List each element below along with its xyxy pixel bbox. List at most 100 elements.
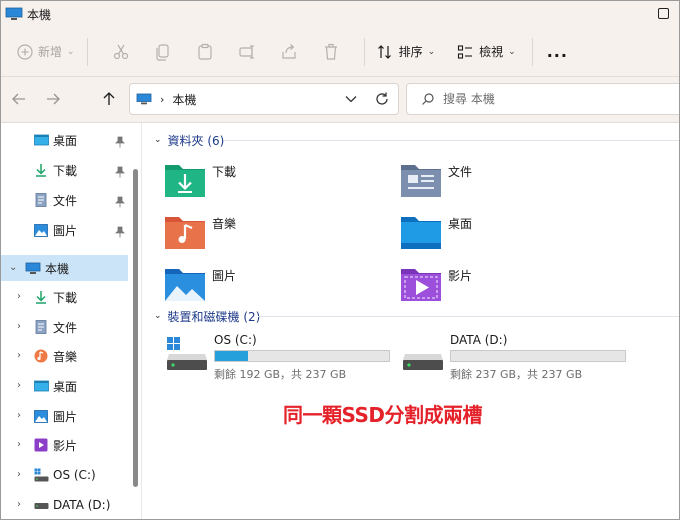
- copy-icon: [155, 43, 169, 61]
- folder-label: 文件: [448, 164, 473, 179]
- refresh-icon[interactable]: [374, 91, 390, 107]
- view-button[interactable]: 檢視 ⌄: [457, 43, 516, 60]
- pin-icon[interactable]: [115, 196, 125, 208]
- chevron-right-icon[interactable]: ›: [17, 321, 21, 332]
- sidebar-item-desktop[interactable]: 桌面: [33, 127, 77, 153]
- chevron-right-icon[interactable]: ›: [17, 499, 21, 510]
- search-input[interactable]: [443, 92, 643, 106]
- view-layout-icon: [458, 44, 473, 59]
- sidebar-item-label: 文件: [53, 193, 78, 208]
- drive-usage-fill: [215, 351, 249, 361]
- search-box[interactable]: [406, 83, 679, 115]
- folder-videos[interactable]: 影片: [400, 261, 620, 305]
- chevron-right-icon[interactable]: ›: [17, 469, 21, 480]
- breadcrumb-this-pc[interactable]: 本機: [172, 91, 196, 108]
- forward-button[interactable]: [43, 89, 63, 109]
- drive-os-c[interactable]: OS (C:) 剩餘 192 GB，共 237 GB: [166, 333, 396, 385]
- picture-icon: [33, 222, 49, 238]
- sidebar-item-label: 桌面: [53, 133, 78, 148]
- maximize-button[interactable]: [658, 8, 669, 19]
- view-button-label: 檢視: [479, 45, 504, 59]
- file-explorer-window: 本機 新增 ⌄ 排序 ⌄ 檢視 ⌄ ... › 本機 搜尋 本機 桌面 下載 文…: [0, 0, 680, 520]
- chevron-down-icon: ⌄: [154, 135, 162, 145]
- sidebar-item-label: 文件: [53, 320, 78, 335]
- pin-icon[interactable]: [115, 136, 125, 148]
- cut-button[interactable]: [110, 41, 132, 63]
- folder-music[interactable]: 音樂: [164, 209, 384, 253]
- chevron-right-icon[interactable]: ›: [17, 439, 21, 450]
- copy-button[interactable]: [152, 41, 174, 63]
- chevron-down-icon: ⌄: [427, 46, 436, 57]
- download-icon: [33, 289, 49, 305]
- drive-usage-bar: [450, 350, 626, 362]
- sidebar-item-music[interactable]: 音樂: [33, 343, 77, 369]
- chevron-right-icon[interactable]: ›: [17, 410, 21, 421]
- folder-downloads[interactable]: 下載: [164, 157, 384, 201]
- folder-label: 下載: [212, 164, 237, 179]
- sidebar-item-documents[interactable]: 文件: [33, 187, 77, 213]
- videos-folder-icon: [401, 269, 441, 301]
- more-options-button[interactable]: ...: [547, 42, 568, 61]
- sidebar-item-downloads[interactable]: 下載: [33, 284, 77, 310]
- windows-drive-icon: [33, 467, 49, 483]
- folder-pictures[interactable]: 圖片: [164, 261, 384, 305]
- chevron-down-icon[interactable]: [344, 92, 358, 106]
- sidebar-item-label: 圖片: [53, 409, 78, 424]
- group-label: 裝置和磁碟機 (2): [167, 309, 261, 324]
- chevron-down-icon[interactable]: ⌄: [9, 262, 17, 273]
- sidebar-item-data-drive[interactable]: DATA (D:): [33, 492, 110, 518]
- group-divider: [224, 140, 679, 141]
- command-bar: 新增 ⌄ 排序 ⌄ 檢視 ⌄ ...: [1, 27, 679, 77]
- up-button[interactable]: [99, 89, 119, 109]
- pin-icon[interactable]: [115, 166, 125, 178]
- new-button[interactable]: 新增 ⌄: [17, 43, 75, 60]
- sidebar-item-label: 下載: [53, 163, 78, 178]
- folder-documents[interactable]: 文件: [400, 157, 620, 201]
- delete-button[interactable]: [320, 41, 342, 63]
- sidebar-item-os-drive[interactable]: OS (C:): [33, 462, 96, 488]
- music-icon: [33, 348, 49, 364]
- sidebar-item-this-pc[interactable]: 本機: [25, 255, 69, 281]
- new-button-label: 新增: [38, 45, 63, 59]
- group-label: 資料夾 (6): [167, 133, 225, 148]
- drive-space-info: 剩餘 237 GB，共 237 GB: [450, 368, 583, 381]
- folder-desktop[interactable]: 桌面: [400, 209, 620, 253]
- sidebar-item-desktop[interactable]: 桌面: [33, 373, 77, 399]
- computer-icon: [5, 7, 23, 20]
- pin-icon[interactable]: [115, 226, 125, 238]
- pictures-folder-icon: [165, 269, 205, 301]
- chevron-right-icon[interactable]: ›: [17, 350, 21, 361]
- paste-button[interactable]: [194, 41, 216, 63]
- sidebar-item-pictures[interactable]: 圖片: [33, 403, 77, 429]
- drive-data-d[interactable]: DATA (D:) 剩餘 237 GB，共 237 GB: [402, 333, 632, 385]
- sort-button[interactable]: 排序 ⌄: [377, 43, 436, 60]
- chevron-right-icon[interactable]: ›: [17, 291, 21, 302]
- plus-circle-icon: [17, 43, 33, 60]
- picture-icon: [33, 408, 49, 424]
- sort-button-label: 排序: [398, 45, 423, 59]
- sidebar-item-pictures[interactable]: 圖片: [33, 217, 77, 243]
- navigation-bar: › 本機: [1, 77, 679, 123]
- toolbar-divider: [363, 37, 365, 66]
- folders-group-header[interactable]: ⌄ 資料夾 (6): [154, 132, 224, 148]
- address-bar[interactable]: › 本機: [129, 83, 399, 115]
- arrow-left-icon: [12, 93, 25, 105]
- title-bar: 本機: [1, 1, 679, 27]
- sidebar-scrollbar-thumb[interactable]: [133, 169, 138, 487]
- sidebar-item-documents[interactable]: 文件: [33, 314, 77, 340]
- scissors-icon: [113, 44, 128, 59]
- sidebar-item-videos[interactable]: 影片: [33, 432, 77, 458]
- rename-button[interactable]: [236, 41, 258, 63]
- drive-usage-bar: [214, 350, 390, 362]
- sidebar-item-label: OS (C:): [53, 468, 96, 482]
- sidebar-item-downloads[interactable]: 下載: [33, 157, 77, 183]
- search-icon: [422, 93, 434, 105]
- chevron-right-icon[interactable]: ›: [17, 380, 21, 391]
- back-button[interactable]: [9, 89, 29, 109]
- share-button[interactable]: [278, 41, 300, 63]
- annotation-caption: 同一顆SSD分割成兩槽: [283, 403, 483, 427]
- drives-group-header[interactable]: ⌄ 裝置和磁碟機 (2): [154, 308, 260, 324]
- document-icon: [33, 192, 49, 208]
- document-icon: [33, 319, 49, 335]
- sidebar-item-label: 音樂: [53, 349, 78, 364]
